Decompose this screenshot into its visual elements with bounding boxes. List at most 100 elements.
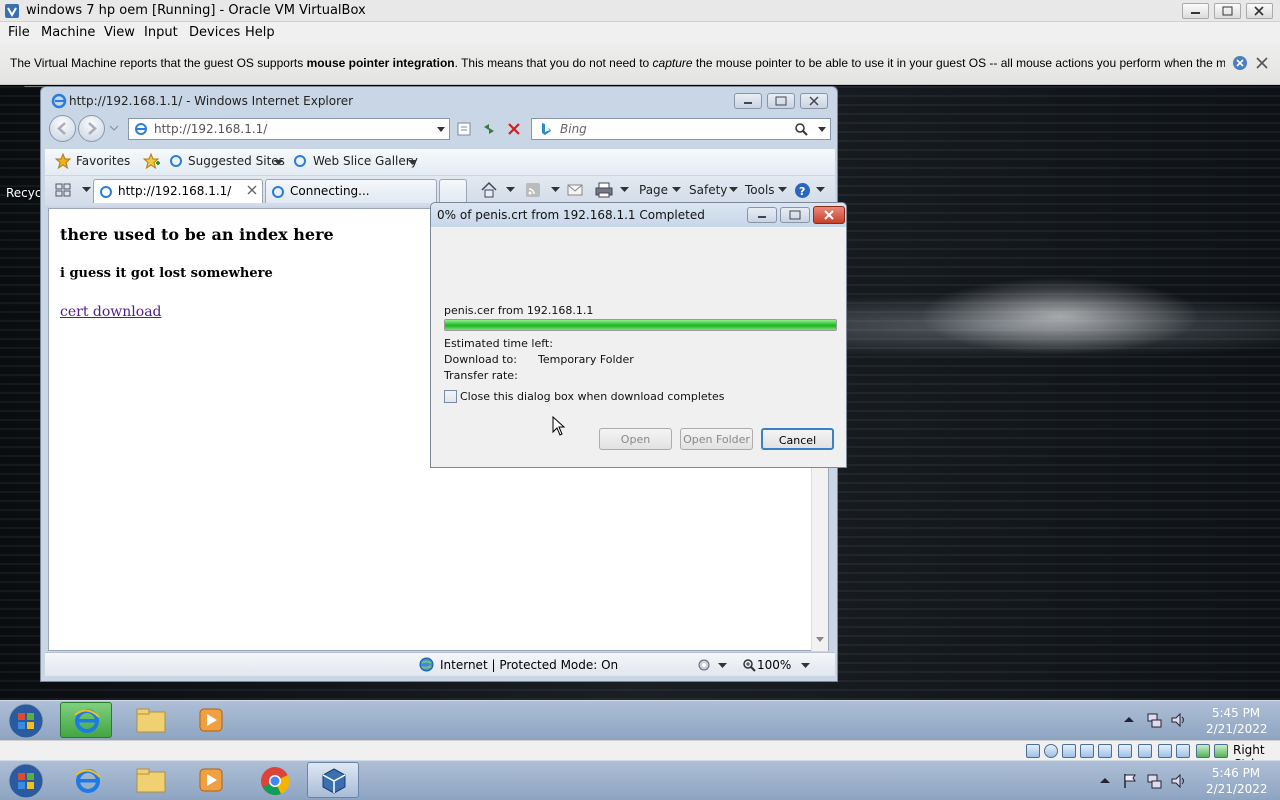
host-clock[interactable]: 5:46 PM 2/21/2022 bbox=[1206, 765, 1268, 797]
help-dropdown-icon[interactable] bbox=[816, 187, 825, 193]
host-tray-expand-icon[interactable] bbox=[1100, 777, 1110, 784]
status-gear-dropdown-icon[interactable] bbox=[718, 663, 727, 669]
recycle-bin-label[interactable]: Recyc bbox=[6, 186, 41, 200]
forward-button[interactable] bbox=[78, 115, 105, 142]
host-virtualbox-button[interactable] bbox=[307, 762, 359, 798]
dialog-maximize-button[interactable] bbox=[780, 207, 810, 223]
home-icon[interactable] bbox=[480, 181, 498, 198]
guest-tray-expand-icon[interactable] bbox=[1124, 716, 1134, 723]
web-slice-gallery-link[interactable]: Web Slice Gallery bbox=[313, 154, 418, 168]
compatibility-view-icon[interactable] bbox=[456, 121, 472, 137]
refresh-icon[interactable] bbox=[481, 121, 497, 137]
notice-dont-show-icon[interactable] bbox=[1232, 55, 1248, 71]
suggested-sites-link[interactable]: Suggested Sites bbox=[188, 154, 285, 168]
usb-icon[interactable] bbox=[1098, 744, 1112, 758]
minimize-button[interactable] bbox=[1182, 3, 1209, 19]
favorites-button[interactable]: Favorites bbox=[76, 154, 130, 168]
host-network-icon[interactable] bbox=[1146, 773, 1162, 789]
print-icon[interactable] bbox=[595, 182, 613, 198]
cpu-icon[interactable] bbox=[1176, 744, 1190, 758]
feeds-dropdown-icon[interactable] bbox=[551, 187, 560, 193]
feeds-icon[interactable] bbox=[525, 182, 541, 198]
dialog-minimize-button[interactable] bbox=[747, 207, 777, 223]
back-button[interactable] bbox=[49, 115, 76, 142]
read-mail-icon[interactable] bbox=[567, 183, 583, 197]
quick-tabs-icon[interactable] bbox=[55, 182, 73, 198]
keyboard-icon[interactable] bbox=[1214, 744, 1228, 758]
menu-help[interactable]: Help bbox=[245, 25, 275, 40]
optical-drive-icon[interactable] bbox=[1044, 744, 1058, 758]
menu-view[interactable]: View bbox=[104, 25, 135, 40]
protected-mode-gear-icon[interactable] bbox=[696, 658, 712, 672]
download-dialog-titlebar[interactable]: 0% of penis.crt from 192.168.1.1 Complet… bbox=[431, 203, 846, 227]
tab-close-icon[interactable] bbox=[247, 185, 257, 195]
mouse-integration-icon[interactable] bbox=[1196, 744, 1210, 758]
page-menu[interactable]: Page bbox=[639, 183, 668, 197]
open-folder-button[interactable]: Open Folder bbox=[680, 428, 753, 450]
search-icon[interactable] bbox=[794, 122, 808, 136]
network-icon[interactable] bbox=[1080, 744, 1094, 758]
tab-home[interactable]: http://192.168.1.1/ bbox=[93, 179, 263, 203]
print-dropdown-icon[interactable] bbox=[620, 187, 629, 193]
help-icon[interactable]: ? bbox=[794, 182, 811, 199]
suggested-sites-dropdown-icon[interactable] bbox=[274, 160, 283, 166]
audio-icon[interactable] bbox=[1062, 744, 1076, 758]
dialog-close-button[interactable] bbox=[813, 206, 845, 224]
menu-input[interactable]: Input bbox=[144, 25, 178, 40]
recording-icon[interactable] bbox=[1158, 744, 1172, 758]
tools-menu-dropdown-icon[interactable] bbox=[778, 187, 787, 193]
close-when-complete-label[interactable]: Close this dialog box when download comp… bbox=[460, 390, 724, 403]
virtualbox-titlebar[interactable]: windows 7 hp oem [Running] - Oracle VM V… bbox=[0, 0, 1280, 22]
scroll-down-arrow-icon[interactable] bbox=[816, 637, 824, 643]
guest-volume-icon[interactable] bbox=[1170, 712, 1188, 728]
ie-maximize-button[interactable] bbox=[767, 93, 795, 109]
chrome-icon[interactable] bbox=[259, 765, 291, 797]
ie-close-button[interactable] bbox=[800, 93, 828, 109]
host-media-player-icon[interactable] bbox=[198, 767, 224, 793]
safety-menu-dropdown-icon[interactable] bbox=[729, 187, 738, 193]
address-text[interactable]: http://192.168.1.1/ bbox=[154, 122, 267, 136]
close-when-complete-checkbox[interactable] bbox=[444, 390, 457, 403]
recent-pages-chevron-icon[interactable] bbox=[109, 124, 119, 132]
notice-close-icon[interactable] bbox=[1254, 55, 1270, 71]
menu-machine[interactable]: Machine bbox=[41, 25, 95, 40]
tools-menu[interactable]: Tools bbox=[745, 183, 775, 197]
search-box[interactable]: Bing bbox=[531, 118, 831, 140]
menu-devices[interactable]: Devices bbox=[189, 25, 240, 40]
zoom-magnifier-icon[interactable] bbox=[742, 658, 756, 672]
new-tab-button[interactable] bbox=[439, 179, 467, 203]
add-to-favorites-bar-icon[interactable] bbox=[143, 153, 161, 169]
stop-icon[interactable] bbox=[506, 121, 522, 137]
cert-download-link[interactable]: cert download bbox=[60, 304, 162, 320]
web-slice-dropdown-icon[interactable] bbox=[408, 160, 417, 166]
guest-taskbar-ie-button[interactable] bbox=[60, 702, 112, 738]
close-button[interactable] bbox=[1246, 3, 1273, 19]
action-center-flag-icon[interactable] bbox=[1122, 773, 1138, 789]
page-menu-dropdown-icon[interactable] bbox=[672, 187, 681, 193]
ie-minimize-button[interactable] bbox=[734, 93, 762, 109]
guest-network-icon[interactable] bbox=[1146, 712, 1162, 728]
search-options-dropdown-icon[interactable] bbox=[817, 126, 827, 133]
safety-menu[interactable]: Safety bbox=[689, 183, 727, 197]
hard-disk-icon[interactable] bbox=[1026, 744, 1040, 758]
host-ie-icon[interactable] bbox=[74, 767, 102, 795]
host-volume-icon[interactable] bbox=[1170, 773, 1188, 789]
address-bar[interactable]: http://192.168.1.1/ bbox=[128, 118, 450, 140]
display-icon[interactable] bbox=[1138, 744, 1152, 758]
tab-connecting[interactable]: Connecting... bbox=[265, 179, 437, 203]
cancel-button[interactable]: Cancel bbox=[761, 428, 834, 450]
favorites-star-icon[interactable] bbox=[55, 153, 71, 169]
menu-file[interactable]: File bbox=[8, 25, 30, 40]
maximize-button[interactable] bbox=[1214, 3, 1241, 19]
search-placeholder[interactable]: Bing bbox=[560, 122, 587, 136]
guest-clock[interactable]: 5:45 PM 2/21/2022 bbox=[1206, 705, 1268, 737]
shared-folders-icon[interactable] bbox=[1118, 744, 1132, 758]
security-zone-text[interactable]: Internet | Protected Mode: On bbox=[440, 658, 618, 672]
tab-list-dropdown-icon[interactable] bbox=[82, 187, 91, 193]
address-dropdown-icon[interactable] bbox=[436, 126, 446, 133]
media-player-icon[interactable] bbox=[198, 707, 224, 733]
home-dropdown-icon[interactable] bbox=[506, 187, 515, 193]
explorer-folder-icon[interactable] bbox=[135, 706, 167, 734]
host-start-button-icon[interactable] bbox=[7, 762, 45, 800]
zoom-dropdown-icon[interactable] bbox=[801, 663, 810, 669]
